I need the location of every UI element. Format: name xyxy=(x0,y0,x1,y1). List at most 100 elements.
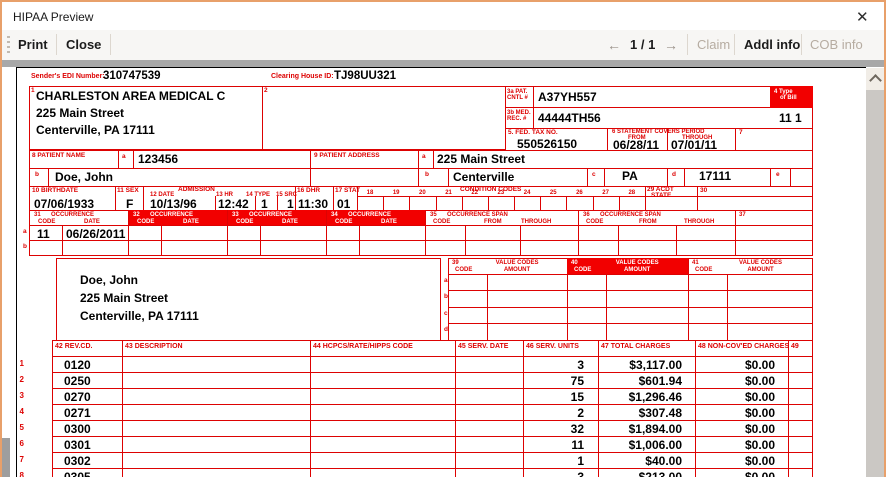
occurrence-span-from-label: FROM xyxy=(639,219,657,225)
condition-code-number: 19 xyxy=(393,190,400,196)
condition-code-number: 22 xyxy=(471,190,478,196)
occurrence-date-value: 06/26/2011 xyxy=(66,228,125,240)
occurrence-box-number: 31 xyxy=(34,212,41,218)
table-serv-units: 75 xyxy=(523,375,591,387)
form-line xyxy=(277,196,278,210)
form-line xyxy=(215,196,216,210)
name-b-letter: b xyxy=(35,172,39,179)
form-line xyxy=(52,356,813,357)
form-line xyxy=(593,196,594,210)
form-line xyxy=(295,186,296,210)
table-line-number: 2 xyxy=(6,376,24,384)
table-total-charges: $601.94 xyxy=(598,375,688,387)
form-line xyxy=(62,225,63,255)
admission-src-value: 1 xyxy=(287,198,294,210)
form-line xyxy=(448,323,813,324)
table-total-charges: $40.00 xyxy=(598,455,688,467)
table-noncovered-charges: $0.00 xyxy=(695,391,781,403)
form-line xyxy=(735,128,736,150)
form-line xyxy=(433,150,434,168)
form-line xyxy=(118,150,119,168)
occurrence-span-through-label: THROUGH xyxy=(521,219,551,225)
patient-a-letter: a xyxy=(122,154,126,161)
value-codes-number: 41 xyxy=(692,260,699,266)
clearing-house-value: TJ98UU321 xyxy=(334,71,396,83)
dhr-value: 11:30 xyxy=(298,198,328,210)
med-rec-label2: REC. # xyxy=(507,116,526,122)
table-noncovered-charges: $0.00 xyxy=(695,471,781,477)
birthdate-value: 07/06/1933 xyxy=(34,198,94,210)
form-line xyxy=(29,240,813,241)
form-line xyxy=(520,225,521,255)
admission-hr-value: 12:42 xyxy=(218,198,249,210)
occurrence-row-b-letter: b xyxy=(23,244,27,251)
patient-name-value: Doe, John xyxy=(55,171,113,183)
occurrence-box-number: 32 xyxy=(133,212,140,218)
value-codes-amount-label: AMOUNT xyxy=(747,267,773,273)
form-line xyxy=(488,196,489,210)
form-line xyxy=(52,404,813,405)
occurrence-span-code-label: CODE xyxy=(586,219,603,225)
value-codes-code-label: CODE xyxy=(455,267,472,273)
table-noncovered-charges: $0.00 xyxy=(695,455,781,467)
value-codes-code-label: CODE xyxy=(574,267,591,273)
occurrence-box37-number: 37 xyxy=(739,212,746,218)
patient-address-label: 9 PATIENT ADDRESS xyxy=(314,153,380,160)
form-line xyxy=(52,452,813,453)
form-line xyxy=(128,210,129,255)
occurrence-date-label: DATE xyxy=(282,219,298,225)
value-codes-title: VALUE CODES xyxy=(496,260,539,266)
box2-number: 2 xyxy=(264,88,268,95)
form-line xyxy=(465,225,466,255)
edi-number-label: Sender's EDI Number: xyxy=(31,73,105,81)
form-line xyxy=(676,225,677,255)
table-line-number: 1 xyxy=(6,360,24,368)
occurrence-span-from-label: FROM xyxy=(484,219,502,225)
form-line xyxy=(587,168,588,186)
form-line xyxy=(684,168,685,186)
occurrence-box-number: 34 xyxy=(331,212,338,218)
form-line xyxy=(448,168,449,186)
form-line xyxy=(409,196,410,210)
form-line xyxy=(425,210,426,255)
patient-name-label: 8 PATIENT NAME xyxy=(32,153,85,160)
occurrence-code-label: CODE xyxy=(38,219,55,225)
payer-street: 225 Main Street xyxy=(80,292,168,304)
form-line xyxy=(29,225,813,226)
sex-value: F xyxy=(126,198,133,210)
form-line xyxy=(359,225,360,255)
form-line xyxy=(255,196,256,210)
table-column-header: 43 DESCRIPTION xyxy=(125,343,183,351)
form-line xyxy=(52,388,813,389)
form-line xyxy=(448,274,813,275)
form-line xyxy=(455,340,456,477)
hipaa-preview-window: HIPAA Preview ✕ Print Close ← 1 / 1 → Cl… xyxy=(0,0,886,477)
table-noncovered-charges: $0.00 xyxy=(695,407,781,419)
occurrence-span-title: OCCURRENCE SPAN xyxy=(447,212,508,218)
table-serv-units: 2 xyxy=(523,407,591,419)
provider-name: CHARLESTON AREA MEDICAL C xyxy=(36,90,225,102)
address-a-letter: a xyxy=(422,154,426,161)
payer-city: Centerville, PA 17111 xyxy=(80,310,199,322)
form-line xyxy=(606,274,607,340)
condition-code-number: 23 xyxy=(498,190,505,196)
table-column-header: 49 xyxy=(791,343,799,351)
provider-street: 225 Main Street xyxy=(36,107,124,119)
table-rev-code: 0305 xyxy=(64,471,91,477)
table-rev-code: 0300 xyxy=(64,423,91,435)
occurrence-date-label: DATE xyxy=(183,219,199,225)
table-serv-units: 3 xyxy=(523,359,591,371)
table-rev-code: 0302 xyxy=(64,455,91,467)
table-line-number: 8 xyxy=(6,472,24,477)
table-rev-code: 0270 xyxy=(64,391,91,403)
table-serv-units: 15 xyxy=(523,391,591,403)
form-line xyxy=(418,168,419,186)
value-codes-amount-label: AMOUNT xyxy=(504,267,530,273)
table-rev-code: 0271 xyxy=(64,407,91,419)
occurrence-span-number: 35 xyxy=(430,212,437,218)
zip-d-letter: d xyxy=(672,172,676,179)
table-noncovered-charges: $0.00 xyxy=(695,423,781,435)
occurrence-date-label: DATE xyxy=(381,219,397,225)
value-codes-amount-label: AMOUNT xyxy=(624,267,650,273)
table-serv-units: 1 xyxy=(523,455,591,467)
